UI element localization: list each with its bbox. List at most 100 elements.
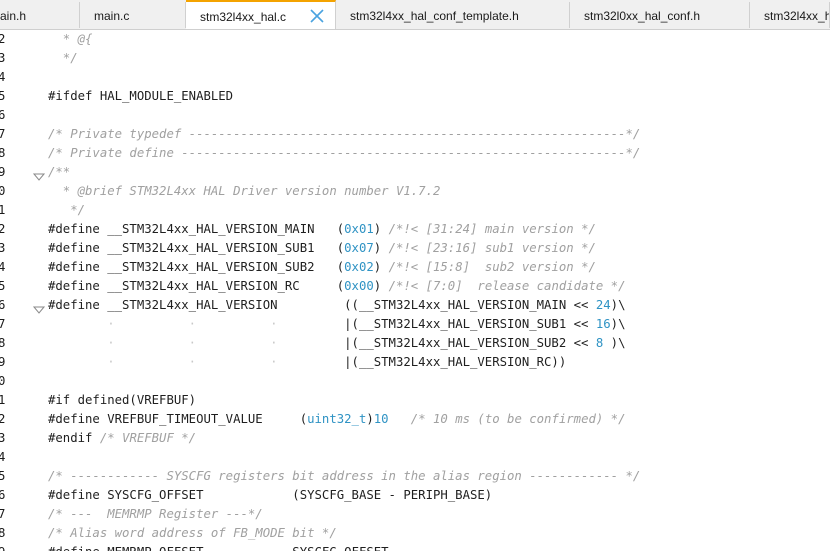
line-number: 6 [0, 488, 6, 502]
code-line[interactable]: 6 [0, 106, 830, 125]
code-text: */ [48, 49, 78, 68]
code-line[interactable]: 4 #define __STM32L4xx_HAL_VERSION_SUB2 (0… [0, 258, 830, 277]
line-number: 2 [0, 412, 6, 426]
code-token: #define __STM32L4xx_HAL_VERSION_SUB2 ( [48, 260, 345, 274]
code-line[interactable]: 9 /** [0, 163, 830, 182]
code-token: /* ------------ SYSCFG registers bit add… [48, 469, 641, 483]
code-token: * @{ [48, 32, 93, 46]
code-text: #ifdef HAL_MODULE_ENABLED [48, 87, 233, 106]
code-line[interactable]: 8 /* Alias word address of FB_MODE bit */ [0, 524, 830, 543]
code-token: · · · [48, 336, 345, 350]
tab-label: stm32l0xx_hal_conf.h [584, 9, 701, 23]
line-number: 5 [0, 469, 6, 483]
code-line[interactable]: 5 #define __STM32L4xx_HAL_VERSION_RC (0x0… [0, 277, 830, 296]
code-text: /* Private define ----------------------… [48, 144, 640, 163]
code-line[interactable]: 5 #ifdef HAL_MODULE_ENABLED [0, 87, 830, 106]
close-icon[interactable] [310, 9, 324, 23]
code-token: |(__STM32L4xx_HAL_VERSION_RC)) [344, 355, 567, 369]
code-token: /* VREFBUF */ [99, 431, 197, 445]
code-line[interactable]: 1 */ [0, 201, 830, 220]
code-line[interactable]: 3 #define __STM32L4xx_HAL_VERSION_SUB1 (0… [0, 239, 830, 258]
code-line[interactable]: 8 /* Private define ---------------------… [0, 144, 830, 163]
code-line[interactable]: 9 · · · |(__STM32L4xx_HAL_VERSION_RC)) [0, 353, 830, 372]
code-token: /*!< [31:24] main version */ [388, 222, 596, 236]
line-number: 8 [0, 146, 6, 160]
code-token: #define SYSCFG_OFFSET (SYSCFG_BASE - PER… [48, 488, 493, 502]
code-line[interactable]: 7 · · · |(__STM32L4xx_HAL_VERSION_SUB1 <… [0, 315, 830, 334]
tab-stm32l4xx-hal-c[interactable]: stm32l4xx_hal.c [186, 0, 336, 29]
code-text: · · · |(__STM32L4xx_HAL_VERSION_SUB1 << … [48, 315, 625, 334]
tab-stm32l0xx-hal-conf-h[interactable]: stm32l0xx_hal_conf.h [570, 2, 750, 28]
tab-stm32l4xx-hal-conf-template-h[interactable]: stm32l4xx_hal_conf_template.h [336, 2, 570, 28]
code-token: 0x00 [344, 279, 374, 293]
code-line[interactable]: 2 #define VREFBUF_TIMEOUT_VALUE (uint32_t… [0, 410, 830, 429]
code-text: /* ------------ SYSCFG registers bit add… [48, 467, 640, 486]
code-token: ) [373, 260, 389, 274]
code-token: */ [48, 203, 86, 217]
code-line[interactable]: 0 * @brief STM32L4xx HAL Driver version … [0, 182, 830, 201]
code-line[interactable]: 1 #if defined(VREFBUF) [0, 391, 830, 410]
code-text: #define SYSCFG_OFFSET (SYSCFG_BASE - PER… [48, 486, 492, 505]
code-token: · · · [48, 355, 345, 369]
code-token: |(__STM32L4xx_HAL_VERSION_SUB2 << [344, 336, 596, 350]
code-text: #define __STM32L4xx_HAL_VERSION ((__STM3… [48, 296, 625, 315]
code-line[interactable]: 7 /* Private typedef --------------------… [0, 125, 830, 144]
line-number: 9 [0, 165, 6, 179]
code-text: #if defined(VREFBUF) [48, 391, 196, 410]
code-token: /** [48, 165, 71, 179]
code-line[interactable]: 2 #define __STM32L4xx_HAL_VERSION_MAIN (0… [0, 220, 830, 239]
code-line[interactable]: 3 #endif /* VREFBUF */ [0, 429, 830, 448]
code-text: * @brief STM32L4xx HAL Driver version nu… [48, 182, 441, 201]
code-line[interactable]: 6 #define SYSCFG_OFFSET (SYSCFG_BASE - PE… [0, 486, 830, 505]
line-number: 7 [0, 317, 6, 331]
line-number: 1 [0, 393, 6, 407]
code-text: /* Private typedef ---------------------… [48, 125, 640, 144]
code-line[interactable]: 6 #define __STM32L4xx_HAL_VERSION ((__STM… [0, 296, 830, 315]
code-editor[interactable]: 2 * @{3 */4 5 #ifdef HAL_MODULE_ENABLED 6 7/… [0, 30, 830, 551]
code-token: ) [366, 412, 374, 426]
line-number: 1 [0, 203, 6, 217]
code-token: #define __STM32L4xx_HAL_VERSION_SUB1 ( [48, 241, 345, 255]
code-token: )\ [610, 298, 626, 312]
code-token: #endif [48, 431, 100, 445]
code-text: /** [48, 163, 70, 182]
code-token: * @brief STM32L4xx HAL Driver version nu… [48, 184, 441, 198]
code-line[interactable]: 7 /* --- MEMRMP Register ---*/ [0, 505, 830, 524]
tab-stm32l4xx-h[interactable]: stm32l4xx_h [750, 2, 830, 28]
fold-toggle-icon[interactable] [32, 168, 46, 181]
line-number: 3 [0, 241, 6, 255]
code-line[interactable]: 5 /* ------------ SYSCFG registers bit ad… [0, 467, 830, 486]
line-number: 9 [0, 355, 6, 369]
code-token: /* --- MEMRMP Register ---*/ [48, 507, 263, 521]
line-number: 6 [0, 108, 6, 122]
code-token: #define __STM32L4xx_HAL_VERSION_MAIN ( [48, 222, 345, 236]
code-line[interactable]: 9 #define MEMRMP_OFFSET SYSCFG_OFFSET [0, 543, 830, 551]
tab-bar: ain.h main.c stm32l4xx_hal.c stm32l4xx_hal_… [0, 0, 830, 30]
code-token: ) [373, 279, 389, 293]
fold-toggle-icon[interactable] [32, 301, 46, 314]
tab-label: main.c [94, 9, 130, 23]
code-text: /* Alias word address of FB_MODE bit */ [48, 524, 337, 543]
tab-ain-h[interactable]: ain.h [0, 2, 80, 28]
code-token: 10 [373, 412, 389, 426]
code-line[interactable]: 3 */ [0, 49, 830, 68]
code-token: #define VREFBUF_TIMEOUT_VALUE ( [48, 412, 308, 426]
code-token: ) [373, 241, 389, 255]
code-line[interactable]: 4 [0, 448, 830, 467]
code-token: uint32_t [307, 412, 367, 426]
line-number: 5 [0, 279, 6, 293]
code-token: #if defined(VREFBUF) [48, 393, 197, 407]
tab-label: stm32l4xx_hal_conf_template.h [350, 9, 519, 23]
code-line[interactable]: 8 · · · |(__STM32L4xx_HAL_VERSION_SUB2 <… [0, 334, 830, 353]
code-line[interactable]: 0 [0, 372, 830, 391]
line-number: 8 [0, 336, 6, 350]
code-line[interactable]: 2 * @{ [0, 30, 830, 49]
tab-main-c[interactable]: main.c [80, 2, 186, 28]
code-line[interactable]: 4 [0, 68, 830, 87]
code-text: · · · |(__STM32L4xx_HAL_VERSION_RC)) [48, 353, 566, 372]
line-number: 0 [0, 184, 6, 198]
line-number: 6 [0, 298, 6, 312]
code-text: #define __STM32L4xx_HAL_VERSION_RC (0x00… [48, 277, 626, 296]
code-token: )\ [603, 336, 626, 350]
